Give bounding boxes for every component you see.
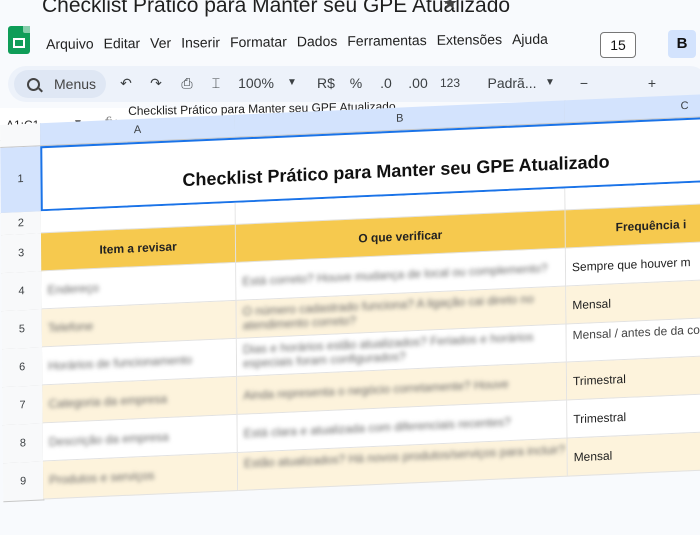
menu-ajuda[interactable]: Ajuda [512, 31, 548, 47]
row-header-8[interactable]: 8 [2, 423, 45, 465]
search-icon [27, 78, 40, 91]
menu-search[interactable]: Menus [14, 70, 106, 98]
menu-arquivo[interactable]: Arquivo [46, 36, 94, 52]
cell-text: Ainda representa o negócio corretamente?… [243, 377, 509, 403]
print-icon[interactable]: ⎙ [176, 71, 198, 95]
increase-decimal-button[interactable]: .00 [406, 71, 430, 95]
cell-text: Dias e horários estão atualizados? Feria… [242, 329, 534, 371]
row-header-3[interactable]: 3 [1, 233, 43, 275]
menu-ferramentas[interactable]: Ferramentas [347, 32, 427, 49]
menu-search-label: Menus [54, 76, 97, 92]
bold-button[interactable]: B [668, 30, 696, 58]
undo-icon[interactable]: ↶ [116, 71, 136, 95]
cell-text: O número cadastrado funciona? A ligação … [242, 291, 534, 333]
menu-dados[interactable]: Dados [297, 33, 338, 49]
row-header-1[interactable]: 1 [0, 146, 42, 215]
row-header-7[interactable]: 7 [2, 385, 44, 427]
select-all-corner[interactable] [0, 123, 42, 149]
row-header-5[interactable]: 5 [1, 309, 44, 351]
title-icons: ★ [442, 0, 470, 14]
title-bar: Checklist Prático para Manter seu GPE At… [0, 0, 700, 64]
row-header-6[interactable]: 6 [2, 347, 44, 389]
sheet-grid: A B C 1 2 3 4 5 6 7 8 9 Checklist Prátic… [0, 80, 700, 535]
cell-text: Produtos e serviços [49, 468, 155, 488]
cell-text: Telefone [47, 319, 94, 336]
decrease-decimal-button[interactable]: .0 [376, 71, 396, 95]
row-header-2[interactable]: 2 [0, 211, 43, 237]
zoom-dropdown-icon[interactable]: ▼ [286, 71, 298, 95]
number-format-button[interactable]: 123 [438, 71, 462, 95]
sheet-title: Checklist Prático para Manter seu GPE At… [182, 151, 610, 191]
menu-extensoes[interactable]: Extensões [437, 31, 503, 48]
document-title[interactable]: Checklist Prático para Manter seu GPE At… [42, 0, 510, 18]
menu-formatar[interactable]: Formatar [230, 33, 287, 50]
cell-text: Horários de funcionamento [48, 352, 193, 374]
currency-button[interactable]: R$ [314, 71, 338, 95]
row-header-4[interactable]: 4 [1, 271, 43, 313]
cell-text: Descrição da empresa [48, 429, 169, 450]
cell-text: Categoria da empresa [48, 391, 168, 412]
cell-text: Endereço [47, 280, 99, 298]
zoom-select[interactable]: 100% [236, 71, 276, 95]
cell-text: Está correto? Houve mudança de local ou … [242, 261, 548, 289]
menu-bar: Arquivo Editar Ver Inserir Formatar Dado… [46, 31, 558, 52]
row-header-9[interactable]: 9 [3, 461, 45, 503]
redo-icon[interactable]: ↷ [146, 71, 166, 95]
sheets-logo-icon[interactable] [8, 26, 30, 54]
percent-button[interactable]: % [348, 71, 364, 95]
menu-editar[interactable]: Editar [103, 35, 140, 51]
menu-inserir[interactable]: Inserir [181, 34, 220, 50]
menu-ver[interactable]: Ver [150, 35, 171, 51]
font-size-input[interactable]: 15 [600, 32, 636, 58]
cell-text: Está clara e atualizada com diferenciais… [243, 415, 511, 441]
star-icon[interactable]: ★ [442, 0, 470, 13]
paint-format-icon[interactable]: ⌶ [206, 71, 226, 95]
table-row-item[interactable]: Produtos e serviços [43, 452, 239, 500]
